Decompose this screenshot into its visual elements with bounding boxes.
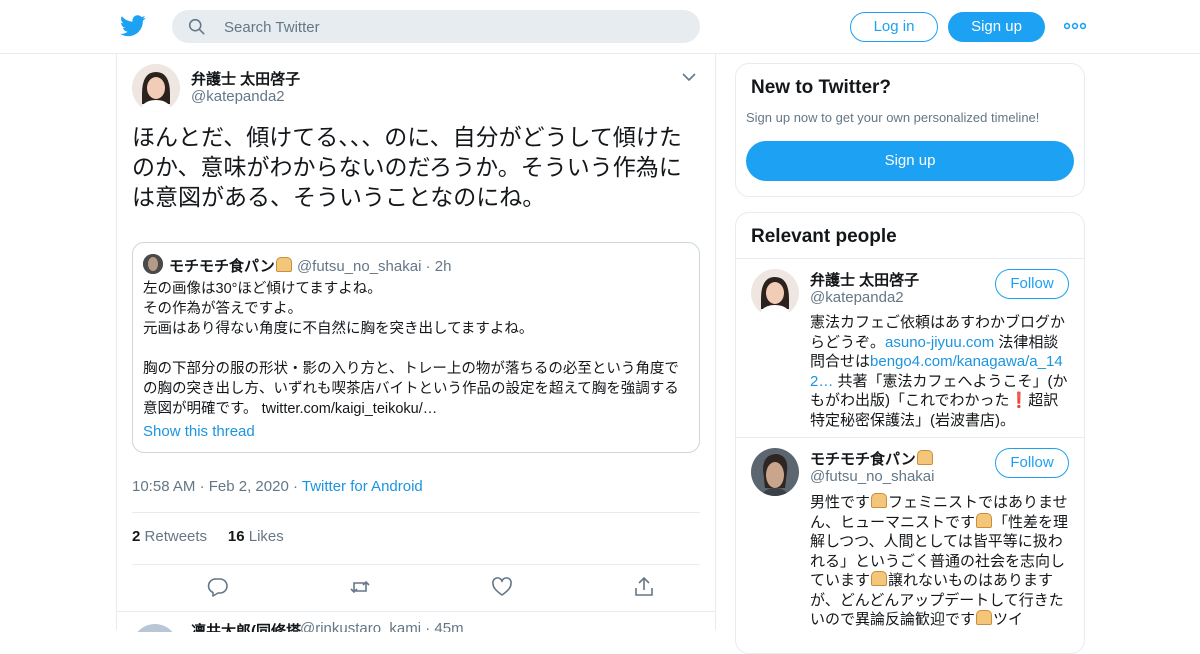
separator-dot: · bbox=[292, 478, 298, 495]
avatar-photo-icon bbox=[751, 269, 799, 317]
likes-label: Likes bbox=[248, 528, 284, 545]
person-handle[interactable]: @futsu_no_shakai bbox=[810, 468, 934, 485]
next-tweet-avatar bbox=[132, 624, 178, 632]
login-button[interactable]: Log in bbox=[850, 12, 938, 42]
retweets-count: 2 bbox=[132, 528, 141, 545]
person-name-text: モチモチ食パン bbox=[810, 451, 916, 468]
like-heart-icon[interactable] bbox=[491, 576, 513, 598]
card-title: New to Twitter? bbox=[751, 77, 892, 98]
bread-emoji-icon bbox=[275, 257, 292, 272]
person-avatar[interactable] bbox=[751, 448, 799, 496]
avatar-photo-icon bbox=[751, 448, 799, 496]
quoted-text: 左の画像は30°ほど傾けてますよね。 その作為が答えですよ。 元画はあり得ない角… bbox=[143, 279, 689, 419]
next-tweet-peek[interactable]: 凛井太郎(同修塔 @rinkustaro_kami · 45m bbox=[132, 620, 702, 632]
signup-button[interactable]: Sign up bbox=[948, 12, 1045, 42]
person-avatar[interactable] bbox=[751, 269, 799, 317]
bread-emoji-icon bbox=[871, 493, 888, 508]
avatar-photo-icon bbox=[143, 254, 163, 274]
tweet-meta: 10:58 AM · Feb 2, 2020 · Twitter for And… bbox=[132, 478, 423, 495]
quoted-author-name: モチモチ食パン bbox=[169, 258, 275, 275]
quoted-author-handle: @futsu_no_shakai bbox=[296, 258, 422, 275]
divider bbox=[132, 564, 700, 565]
separator-dot: · bbox=[425, 258, 431, 275]
quoted-header: モチモチ食パン @futsu_no_shakai · 2h bbox=[169, 255, 451, 276]
divider bbox=[132, 512, 700, 513]
reply-icon[interactable] bbox=[207, 576, 229, 598]
bread-emoji-icon bbox=[916, 450, 933, 465]
author-name[interactable]: 弁護士 太田啓子 bbox=[191, 68, 300, 89]
person-handle[interactable]: @katepanda2 bbox=[810, 289, 904, 306]
top-navigation-bar: Log in Sign up bbox=[0, 0, 1200, 54]
author-handle[interactable]: @katepanda2 bbox=[191, 88, 285, 105]
relevant-people-card: Relevant people 弁護士 太田啓子 @katepanda2 Fol… bbox=[735, 212, 1085, 654]
card-subtitle: Sign up now to get your own personalized… bbox=[746, 110, 1040, 125]
new-to-twitter-card: New to Twitter? Sign up now to get your … bbox=[735, 63, 1085, 197]
tweet-column: 弁護士 太田啓子 @katepanda2 ほんとだ、傾けてる、、、のに、自分がど… bbox=[116, 54, 716, 632]
divider bbox=[117, 611, 715, 612]
tweet-text: ほんとだ、傾けてる、、、のに、自分がどうして傾けたのか、意味がわからないのだろう… bbox=[132, 124, 682, 210]
bio-text: 共著「憲法カフェへようこそ」(かもがわ出版)「これでわかった❗超訳特定秘密保護法… bbox=[810, 372, 1068, 429]
search-icon bbox=[188, 18, 205, 35]
bio-text: ツイ bbox=[993, 611, 1024, 628]
tweet-date[interactable]: Feb 2, 2020 bbox=[209, 478, 289, 495]
retweets-label: Retweets bbox=[144, 528, 208, 545]
card-title: Relevant people bbox=[751, 226, 897, 247]
quoted-link[interactable]: twitter.com/kaigi_teikoku/… bbox=[262, 401, 438, 417]
author-avatar[interactable] bbox=[132, 64, 180, 112]
share-icon[interactable] bbox=[633, 576, 655, 598]
chevron-down-icon[interactable] bbox=[682, 72, 696, 82]
quoted-tweet[interactable]: モチモチ食パン @futsu_no_shakai · 2h 左の画像は30°ほど… bbox=[132, 242, 700, 453]
person-bio: 憲法カフェご依頼はあすわかブログからどうぞ。asuno-jiyuu.com 法律… bbox=[810, 313, 1070, 430]
bio-text: 男性です bbox=[810, 494, 871, 511]
quoted-body: 左の画像は30°ほど傾けてますよね。 その作為が答えですよ。 元画はあり得ない角… bbox=[143, 281, 679, 417]
sidebar-signup-button[interactable]: Sign up bbox=[746, 141, 1074, 181]
show-thread-link[interactable]: Show this thread bbox=[143, 423, 255, 440]
next-tweet-author: 凛井太郎(同修塔 bbox=[191, 623, 301, 632]
separator-dot: · bbox=[199, 478, 205, 495]
quoted-timestamp: 2h bbox=[434, 258, 452, 275]
tweet-source-link[interactable]: Twitter for Android bbox=[302, 478, 423, 495]
likes-stat[interactable]: 16 Likes bbox=[228, 528, 284, 545]
retweets-stat[interactable]: 2 Retweets bbox=[132, 528, 207, 545]
twitter-bird-icon[interactable] bbox=[120, 14, 146, 38]
quoted-author-avatar bbox=[143, 254, 163, 274]
tweet-time[interactable]: 10:58 AM bbox=[132, 478, 195, 495]
tweet-actions bbox=[132, 576, 700, 598]
person-item: 弁護士 太田啓子 @katepanda2 Follow 憲法カフェご依頼はあすわ… bbox=[736, 259, 1084, 437]
search-input[interactable] bbox=[222, 10, 686, 45]
bio-link[interactable]: asuno-jiyuu.com bbox=[885, 334, 994, 351]
follow-button[interactable]: Follow bbox=[995, 269, 1069, 299]
likes-count: 16 bbox=[227, 528, 245, 545]
bread-emoji-icon bbox=[976, 610, 993, 625]
bread-emoji-icon bbox=[976, 512, 993, 528]
person-bio: 男性です フェミニストではありません、ヒューマニストです 「性差を理解しつつ、人間と… bbox=[810, 493, 1070, 630]
avatar-photo-icon bbox=[132, 64, 180, 112]
person-name[interactable]: モチモチ食パン bbox=[810, 448, 934, 469]
person-item: モチモチ食パン @futsu_no_shakai Follow 男性です フェミニ… bbox=[736, 438, 1084, 638]
retweet-icon[interactable] bbox=[349, 576, 371, 598]
tweet-stats: 2 Retweets 16 Likes bbox=[132, 528, 284, 545]
more-dots-icon[interactable] bbox=[1064, 21, 1086, 31]
bread-emoji-icon bbox=[871, 571, 888, 586]
next-tweet-handle: @rinkustaro_kami · 45m bbox=[300, 620, 464, 632]
search-box[interactable] bbox=[172, 10, 700, 45]
person-name[interactable]: 弁護士 太田啓子 bbox=[810, 269, 919, 290]
follow-button[interactable]: Follow bbox=[995, 448, 1069, 478]
